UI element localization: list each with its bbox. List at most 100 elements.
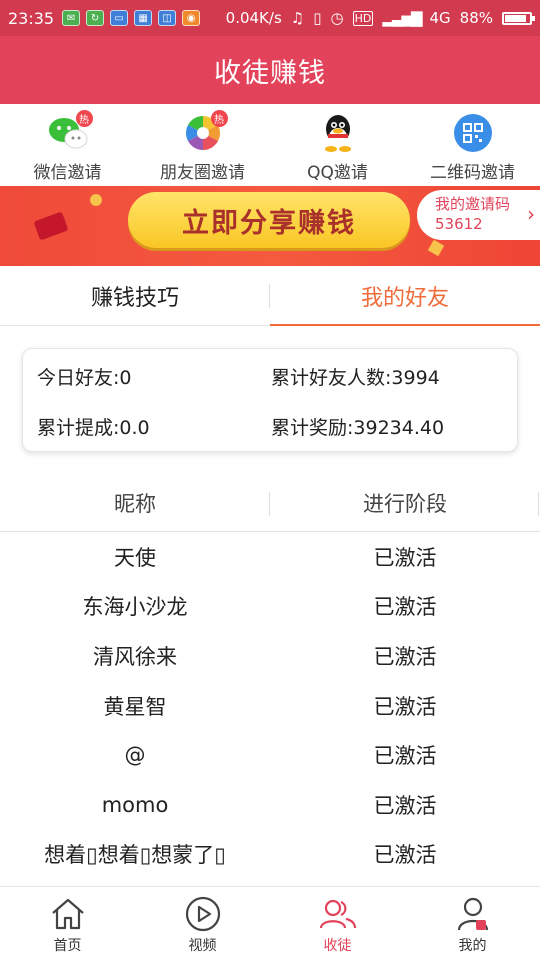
- qrcode-invite-button[interactable]: 二维码邀请: [405, 104, 540, 186]
- friend-nickname: momo: [101, 792, 169, 817]
- nav-apprentice[interactable]: 收徒: [270, 887, 405, 960]
- total-reward-label: 累计奖励:: [271, 417, 354, 439]
- chevron-right-icon: ›: [527, 202, 535, 226]
- total-reward-stat: 累计奖励:39234.40: [271, 413, 444, 440]
- users-icon: [318, 895, 358, 933]
- friend-stage: 已激活: [373, 843, 437, 868]
- home-icon: [48, 895, 88, 933]
- page-title: 收徒赚钱: [214, 57, 326, 89]
- vibrate-icon: ▯: [313, 9, 322, 27]
- wechat-icon: 热: [47, 110, 93, 154]
- friend-nickname: @: [124, 743, 146, 768]
- status-bar: 23:35 ✉ ↻ ▭ ▦ ◫ ◉ 0.04K/s ♫ ▯ ◷ HD ▂▃▅▇ …: [0, 0, 540, 36]
- qrcode-invite-label: 二维码邀请: [430, 163, 515, 183]
- column-nickname: 昵称: [114, 491, 156, 516]
- status-time: 23:35: [8, 8, 55, 28]
- notification-icons: ✉ ↻ ▭ ▦ ◫ ◉: [62, 10, 201, 26]
- content-tabs: 赚钱技巧 我的好友: [0, 266, 540, 326]
- bottom-navigation: 首页 视频 收徒 我的: [0, 886, 540, 960]
- invite-options: 热 微信邀请 热 朋友圈邀请 QQ邀请 二维码邀请: [0, 104, 540, 186]
- nav-profile-label: 我的: [458, 938, 487, 954]
- friend-stage: 已激活: [373, 694, 437, 719]
- hot-badge: 热: [75, 110, 93, 127]
- table-row[interactable]: 清风徐来 已激活: [0, 631, 540, 681]
- coin-decoration: [427, 239, 445, 257]
- total-commission-label: 累计提成:: [37, 417, 120, 439]
- total-friends-label: 累计好友人数:: [271, 367, 392, 389]
- total-reward-value: 39234.40: [353, 417, 445, 439]
- qq-icon: [317, 112, 359, 154]
- nav-profile[interactable]: 我的: [405, 887, 540, 960]
- signal-icon: ▂▃▅▇: [382, 9, 422, 27]
- scan-notification-icon: ◫: [158, 10, 177, 26]
- wechat-notification-icon: ✉: [62, 10, 81, 26]
- video-play-icon: [183, 895, 223, 933]
- network-type: 4G: [429, 9, 451, 27]
- today-friends-value: 0: [119, 367, 132, 389]
- invite-code-label: 我的邀请码: [435, 195, 511, 213]
- today-friends-stat: 今日好友:0: [37, 363, 132, 390]
- profile-icon: [453, 895, 493, 933]
- network-speed: 0.04K/s: [225, 9, 282, 27]
- red-envelope-decoration: [33, 211, 69, 241]
- table-row[interactable]: 东海小沙龙 已激活: [0, 582, 540, 632]
- moments-icon: 热: [182, 110, 228, 154]
- message-notification-icon: ▭: [110, 10, 129, 26]
- qrcode-icon: [452, 112, 494, 154]
- friends-table-header: 昵称 进行阶段: [0, 474, 540, 532]
- battery-percent: 88%: [459, 9, 493, 27]
- total-commission-stat: 累计提成:0.0: [37, 413, 150, 440]
- column-stage: 进行阶段: [363, 491, 447, 516]
- friend-nickname: 天使: [114, 545, 156, 570]
- share-banner: 立即分享赚钱 我的邀请码 53612 ›: [0, 186, 540, 266]
- qq-invite-button[interactable]: QQ邀请: [270, 104, 405, 186]
- friend-stage: 已激活: [373, 744, 437, 769]
- coin-decoration: [90, 194, 102, 206]
- nav-home-label: 首页: [53, 938, 82, 954]
- column-divider: [269, 492, 270, 516]
- total-friends-stat: 累计好友人数:3994: [271, 363, 440, 390]
- friend-stage: 已激活: [373, 793, 437, 818]
- alarm-icon: ◷: [330, 9, 344, 27]
- tab-divider: [269, 284, 270, 308]
- gallery-notification-icon: ▦: [134, 10, 153, 26]
- moments-invite-label: 朋友圈邀请: [160, 163, 245, 183]
- wechat-invite-label: 微信邀请: [33, 163, 102, 183]
- battery-icon: [502, 11, 535, 25]
- column-divider: [538, 492, 539, 516]
- tab-earning-tips[interactable]: 赚钱技巧: [0, 266, 270, 325]
- friend-nickname: 东海小沙龙: [82, 595, 188, 620]
- friend-stage: 已激活: [373, 644, 437, 669]
- table-row[interactable]: @ 已激活: [0, 730, 540, 780]
- nav-video[interactable]: 视频: [135, 887, 270, 960]
- tab-my-friends[interactable]: 我的好友: [270, 266, 540, 326]
- friend-stage: 已激活: [373, 595, 437, 620]
- table-row[interactable]: 想着▯想着▯想蒙了▯ 已激活: [0, 830, 540, 880]
- total-commission-value: 0.0: [119, 417, 150, 439]
- my-invite-code-button[interactable]: 我的邀请码 53612 ›: [417, 190, 540, 240]
- app-notification-icon: ◉: [182, 10, 201, 26]
- nav-video-label: 视频: [188, 938, 217, 954]
- hd-icon: HD: [352, 10, 374, 26]
- friend-nickname: 想着▯想着▯想蒙了▯: [44, 843, 226, 868]
- friends-table-body: 天使 已激活 东海小沙龙 已激活 清风徐来 已激活 黄星智 已激活 @ 已激活 …: [0, 532, 540, 879]
- table-row[interactable]: 天使 已激活: [0, 532, 540, 582]
- nav-home[interactable]: 首页: [0, 887, 135, 960]
- table-row[interactable]: momo 已激活: [0, 780, 540, 830]
- share-earn-button[interactable]: 立即分享赚钱: [128, 192, 410, 248]
- friend-nickname: 清风徐来: [93, 644, 177, 669]
- today-friends-label: 今日好友:: [37, 367, 120, 389]
- title-bar: 收徒赚钱: [0, 36, 540, 104]
- total-friends-value: 3994: [391, 367, 440, 389]
- friend-stage: 已激活: [373, 545, 437, 570]
- table-row[interactable]: 黄星智 已激活: [0, 681, 540, 731]
- friend-nickname: 黄星智: [103, 694, 167, 719]
- headphones-icon: ♫: [290, 9, 305, 27]
- wechat-invite-button[interactable]: 热 微信邀请: [0, 104, 135, 186]
- moments-invite-button[interactable]: 热 朋友圈邀请: [135, 104, 270, 186]
- friend-stats-card: 今日好友:0 累计好友人数:3994 累计提成:0.0 累计奖励:39234.4…: [22, 348, 518, 452]
- nav-apprentice-label: 收徒: [323, 938, 352, 954]
- qq-invite-label: QQ邀请: [307, 163, 368, 183]
- invite-code-value: 53612: [435, 215, 483, 233]
- refresh-notification-icon: ↻: [86, 10, 105, 26]
